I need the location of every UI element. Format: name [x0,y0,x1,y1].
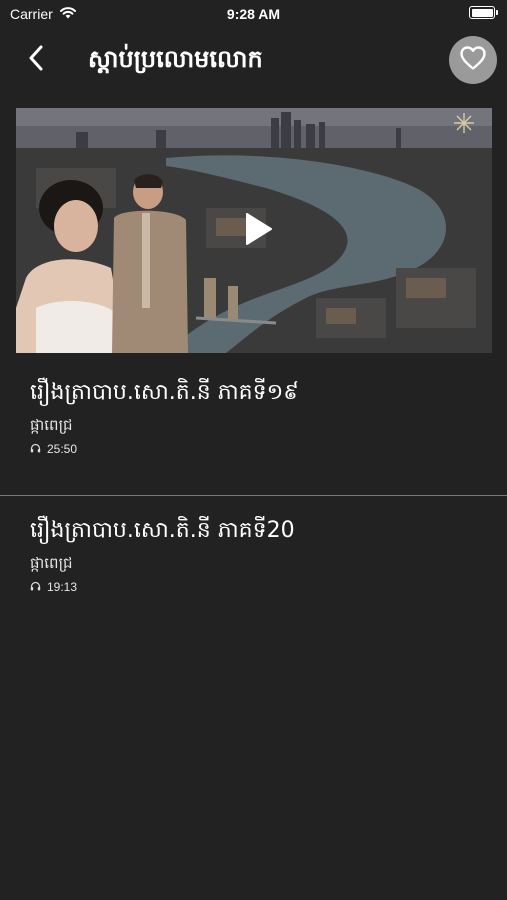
heart-outline-icon [459,45,487,75]
episode-meta: 25:50 [30,442,77,456]
page-title: ស្តាប់ប្រលោមលោក [88,45,263,73]
status-bar: Carrier 9:28 AM [0,0,507,28]
episode-title: រឿងត្រាបាប.សោ.តិ.នី ភាគទី១៩ [30,380,299,405]
episode-author: ផ្កាពេជ្រ [30,416,73,434]
episode-item[interactable]: រឿងត្រាបាប.សោ.តិ.នី ភាគទី20 ផ្កាពេជ្រ 19… [0,496,507,634]
header: ស្តាប់ប្រលោមលោក [0,32,507,88]
video-player[interactable] [16,108,492,353]
back-button[interactable] [20,44,52,76]
episode-meta: 19:13 [30,580,77,594]
episode-item[interactable]: រឿងត្រាបាប.សោ.តិ.នី ភាគទី១៩ ផ្កាពេជ្រ 25… [0,358,507,496]
battery-icon [469,6,498,19]
episode-duration: 25:50 [47,442,78,456]
episode-duration: 19:13 [47,580,78,594]
status-time: 9:28 AM [226,6,281,22]
headphones-icon [30,580,41,594]
headphones-icon [30,442,41,456]
episode-author: ផ្កាពេជ្រ [30,554,73,572]
chevron-left-icon [27,45,45,75]
favorite-button[interactable] [449,36,497,84]
episode-title: រឿងត្រាបាប.សោ.តិ.នី ភាគទី20 [30,518,295,543]
